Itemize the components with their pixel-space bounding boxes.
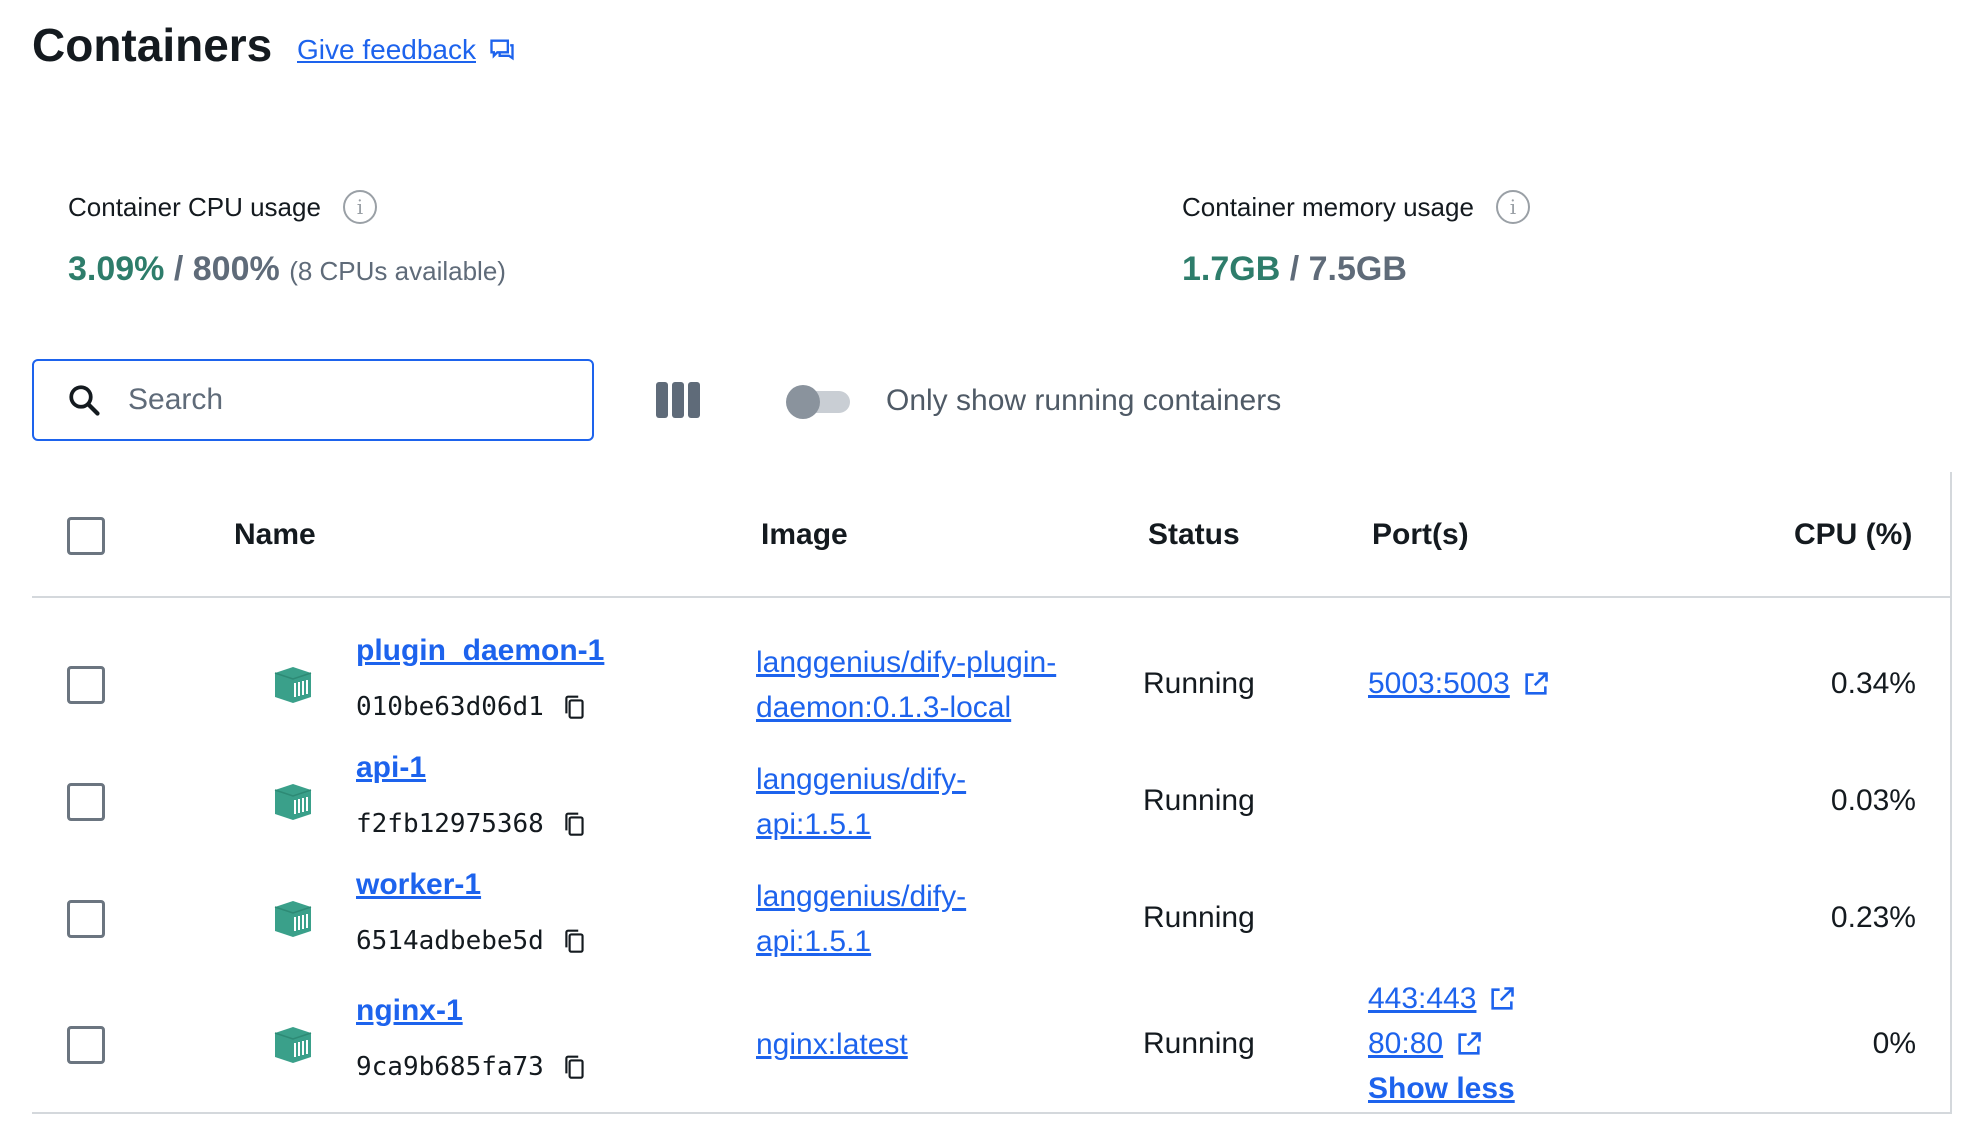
image-link[interactable]: langgenius/dify- api:1.5.1 [756,757,966,847]
image-link-line: api:1.5.1 [756,925,872,958]
memory-separator: / [1289,250,1300,288]
cpu-value: 0.34% [1830,667,1916,700]
image-link-line: langgenius/dify-plugin- [756,646,1057,679]
row-checkbox[interactable] [67,1026,105,1064]
copy-icon[interactable] [562,928,584,954]
cpu-separator: / [173,250,184,288]
memory-usage-value: 1.7GB / 7.5GB [1182,250,1407,289]
give-feedback-link[interactable]: Give feedback [297,34,516,66]
row-checkbox[interactable] [67,783,105,821]
info-icon[interactable]: i [342,190,377,224]
cpu-value: 0.23% [1830,901,1916,934]
container-id: 010be63d06d1 [356,692,584,722]
select-all-checkbox[interactable] [67,517,105,555]
cpu-usage-value: 3.09% / 800% (8 CPUs available) [68,250,506,289]
container-id-text: 010be63d06d1 [356,692,544,722]
cpu-usage-label-group: Container CPU usage i [68,190,377,224]
image-link-line: langgenius/dify- [756,763,967,796]
row-checkbox[interactable] [67,666,105,704]
container-id-text: 6514adbebe5d [356,926,544,956]
image-link[interactable]: langgenius/dify-plugin- daemon:0.1.3-loc… [756,640,1056,730]
container-name-link[interactable]: worker-1 [356,868,481,902]
column-header-ports[interactable]: Port(s) [1372,518,1469,552]
port-link[interactable]: 80:80 [1368,1027,1483,1061]
memory-total: 7.5GB [1308,250,1407,288]
column-header-status[interactable]: Status [1148,518,1240,552]
image-link-line: daemon:0.1.3-local [756,691,1012,724]
container-name-link[interactable]: nginx-1 [356,994,463,1028]
port-text: 80:80 [1368,1027,1444,1060]
container-icon [271,899,315,944]
running-only-label: Only show running containers [886,384,1282,417]
column-header-cpu[interactable]: CPU (%) [1794,518,1912,552]
status-text: Running [1143,901,1255,934]
info-icon[interactable]: i [1495,190,1530,224]
running-only-toggle[interactable] [786,385,854,419]
search-box[interactable] [32,359,594,441]
image-link-line: api:1.5.1 [756,808,872,841]
status-text: Running [1143,784,1255,817]
container-id-text: f2fb12975368 [356,809,544,839]
container-name-link[interactable]: plugin_daemon-1 [356,634,604,668]
port-text: 443:443 [1368,982,1477,1015]
image-link-line: langgenius/dify- [756,880,967,913]
container-id: 6514adbebe5d [356,926,584,956]
memory-usage-label-group: Container memory usage i [1182,190,1530,224]
memory-usage-label: Container memory usage [1182,191,1474,222]
copy-icon[interactable] [562,1054,584,1080]
container-icon [271,782,315,827]
show-less-ports-link[interactable]: Show less [1368,1072,1515,1106]
memory-used: 1.7GB [1182,250,1281,288]
container-name-link[interactable]: api-1 [356,751,426,785]
table-right-border [1950,472,1952,1114]
container-icon [271,1025,315,1070]
port-text: 5003:5003 [1368,667,1510,700]
search-input[interactable] [126,382,550,418]
table-bottom-divider [32,1112,1950,1114]
cpu-value: 0.03% [1830,784,1916,817]
column-header-image[interactable]: Image [761,518,848,552]
port-link[interactable]: 443:443 [1368,982,1516,1016]
container-id-text: 9ca9b685fa73 [356,1052,544,1082]
image-link-line: nginx:latest [756,1028,908,1061]
cpu-available-note: (8 CPUs available) [289,256,506,286]
external-link-icon [1491,987,1515,1010]
toggle-knob [786,385,820,419]
column-settings-button[interactable] [656,382,700,418]
page-title: Containers [32,19,273,71]
columns-icon-bar [656,382,668,418]
columns-icon-bar [672,382,684,418]
cpu-total: 800% [192,250,280,288]
container-id: f2fb12975368 [356,809,584,839]
external-link-icon [1458,1032,1481,1055]
copy-icon[interactable] [562,811,584,837]
column-header-name[interactable]: Name [234,518,316,552]
port-link[interactable]: 5003:5003 [1368,667,1550,701]
search-icon [69,385,100,416]
copy-icon[interactable] [562,694,584,720]
container-icon [271,665,315,710]
give-feedback-label: Give feedback [297,34,476,65]
cpu-used: 3.09% [68,250,165,288]
header-divider [32,596,1950,598]
row-checkbox[interactable] [67,900,105,938]
cpu-value: 0% [1872,1027,1916,1060]
image-link[interactable]: nginx:latest [756,1022,908,1067]
feedback-icon [490,39,514,61]
status-text: Running [1143,667,1255,700]
status-text: Running [1143,1027,1255,1060]
container-id: 9ca9b685fa73 [356,1052,584,1082]
cpu-usage-label: Container CPU usage [68,191,321,222]
external-link-icon [1525,672,1548,695]
image-link[interactable]: langgenius/dify- api:1.5.1 [756,874,966,964]
columns-icon-bar [688,382,700,418]
